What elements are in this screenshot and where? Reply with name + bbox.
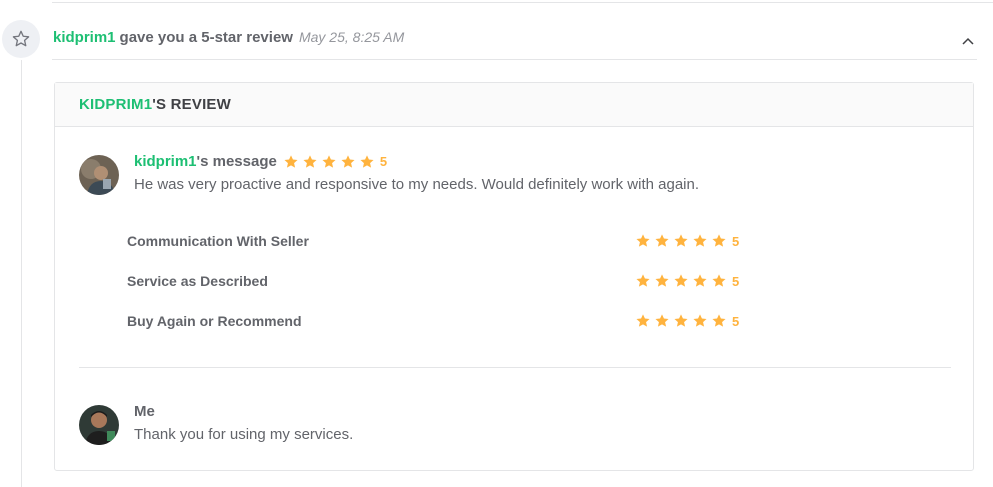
rating-stars: 5 xyxy=(635,313,739,329)
star-icon xyxy=(693,274,707,287)
card-divider xyxy=(79,367,951,368)
order-activity-page: kidprim1 gave you a 5-star review May 25, … xyxy=(0,0,993,487)
seller-avatar[interactable] xyxy=(79,405,119,445)
star-icon xyxy=(712,274,726,287)
review-header-title: 'S REVIEW xyxy=(152,96,231,113)
star-icon xyxy=(341,154,355,168)
event-action: gave you a 5-star review xyxy=(119,29,293,46)
rating-label: Communication With Seller xyxy=(127,233,309,249)
star-icon xyxy=(655,274,669,287)
star-outline-icon xyxy=(2,20,40,58)
star-icon xyxy=(322,154,336,168)
buyer-message-label: 's message xyxy=(196,153,277,170)
rating-row-service: Service as Described 5 xyxy=(127,271,747,291)
review-event-row[interactable]: kidprim1 gave you a 5-star review May 25, … xyxy=(0,18,993,60)
star-icon xyxy=(636,314,650,327)
star-icon xyxy=(712,314,726,327)
star-icon xyxy=(674,234,688,247)
star-icon xyxy=(360,154,374,168)
rating-row-recommend: Buy Again or Recommend 5 xyxy=(127,311,747,331)
top-divider xyxy=(52,2,993,3)
review-card: KIDPRIM1 'S REVIEW kidprim1's message 5 … xyxy=(54,82,974,471)
timeline-line xyxy=(21,60,22,487)
star-icon xyxy=(636,234,650,247)
star-icon xyxy=(693,234,707,247)
star-icon xyxy=(693,314,707,327)
buyer-message-text: He was very proactive and responsive to … xyxy=(134,176,699,193)
star-icon xyxy=(674,314,688,327)
review-card-header: KIDPRIM1 'S REVIEW xyxy=(55,83,973,127)
rating-value: 5 xyxy=(732,273,740,289)
rating-row-communication: Communication With Seller 5 xyxy=(127,231,747,251)
rating-label: Buy Again or Recommend xyxy=(127,313,302,329)
buyer-avatar[interactable] xyxy=(79,155,119,195)
star-icon xyxy=(636,274,650,287)
review-header-user: KIDPRIM1 xyxy=(79,96,153,113)
star-icon xyxy=(655,234,669,247)
seller-reply-name: Me xyxy=(134,403,155,420)
star-icon xyxy=(674,274,688,287)
rating-stars: 5 xyxy=(635,233,739,249)
event-divider xyxy=(52,59,977,60)
chevron-up-icon[interactable] xyxy=(960,34,976,48)
buyer-message-title: kidprim1's message 5 xyxy=(134,153,699,170)
star-icon xyxy=(284,154,298,168)
event-user-link[interactable]: kidprim1 xyxy=(53,29,116,46)
rating-value: 5 xyxy=(732,313,740,329)
star-icon xyxy=(655,314,669,327)
rating-label: Service as Described xyxy=(127,273,268,289)
buyer-rating-value: 5 xyxy=(379,154,388,169)
seller-reply-text: Thank you for using my services. xyxy=(134,426,354,443)
rating-stars: 5 xyxy=(635,273,739,289)
buyer-star-rating: 5 xyxy=(283,154,387,170)
buyer-name-link[interactable]: kidprim1 xyxy=(134,153,197,170)
star-icon xyxy=(712,234,726,247)
event-text: kidprim1 gave you a 5-star review May 25, … xyxy=(53,29,404,46)
event-timestamp: May 25, 8:25 AM xyxy=(298,29,405,45)
seller-reply-block: Me Thank you for using my services. xyxy=(134,403,353,443)
rating-value: 5 xyxy=(732,233,740,249)
buyer-message-block: kidprim1's message 5 He was very proacti… xyxy=(134,153,699,193)
star-icon xyxy=(303,154,317,168)
